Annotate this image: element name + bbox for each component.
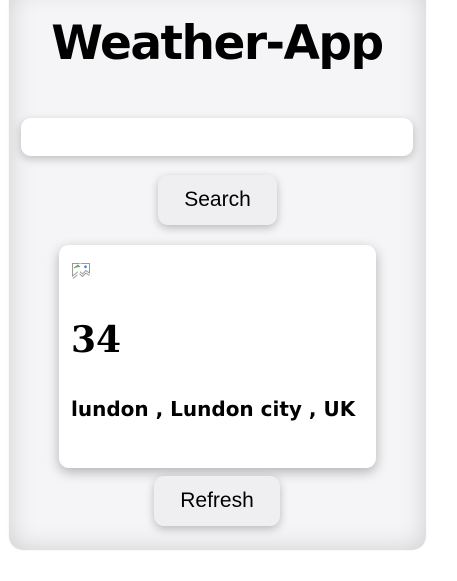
- search-button[interactable]: Search: [158, 175, 277, 225]
- broken-image-icon: [71, 262, 91, 280]
- search-input[interactable]: [21, 118, 413, 156]
- refresh-button[interactable]: Refresh: [154, 476, 280, 526]
- weather-card: 34 lundon , Lundon city , UK: [59, 245, 376, 468]
- page-title: Weather-App: [51, 16, 384, 71]
- location-label: lundon , Lundon city , UK: [71, 397, 356, 421]
- temperature-value: 34: [71, 319, 122, 361]
